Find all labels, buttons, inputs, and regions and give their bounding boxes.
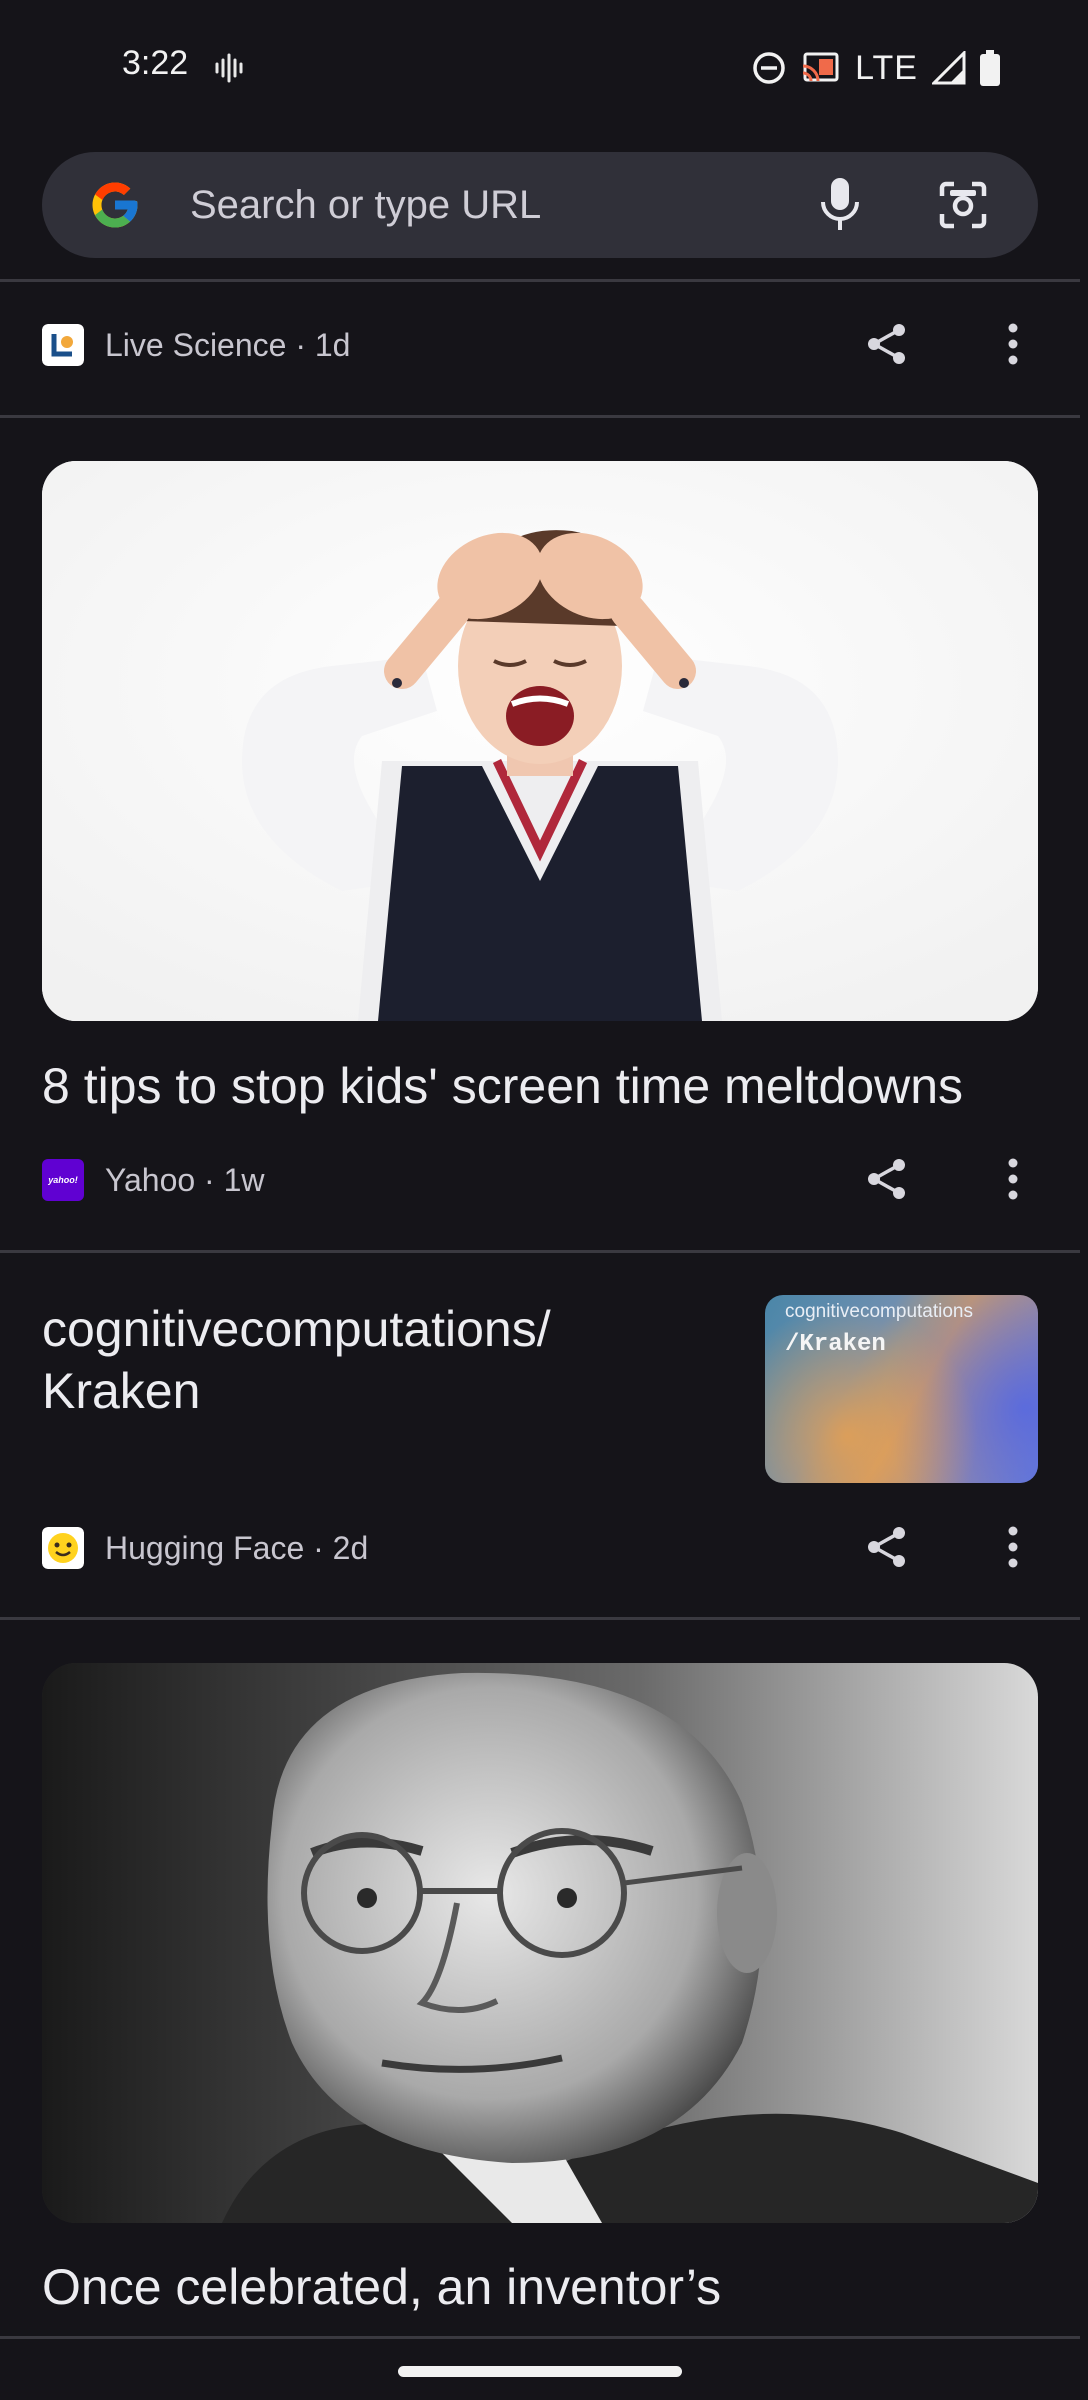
google-lens-icon[interactable] — [936, 178, 990, 232]
live-science-favicon — [42, 324, 84, 366]
more-options-icon[interactable] — [1006, 322, 1020, 366]
thumbnail-title: /Kraken — [785, 1331, 886, 1358]
source-label: Live Science · 1d — [105, 327, 351, 363]
article-headline[interactable]: cognitivecomputations/ Kraken — [42, 1298, 662, 1422]
cast-icon — [802, 52, 839, 82]
thumbnail-caption: cognitivecomputations — [785, 1301, 973, 1322]
share-icon[interactable] — [864, 321, 910, 367]
yahoo-favicon: yahoo! — [42, 1159, 84, 1201]
more-options-icon[interactable] — [1006, 1525, 1020, 1569]
divider — [0, 2336, 1080, 2339]
battery-icon — [980, 50, 1000, 86]
screaming-kid-illustration — [42, 461, 1038, 1021]
article-thumbnail-kraken[interactable]: cognitivecomputations /Kraken — [765, 1295, 1038, 1483]
article-headline[interactable]: 8 tips to stop kids' screen time meltdow… — [42, 1055, 1042, 1117]
divider — [0, 415, 1080, 418]
divider — [0, 1617, 1080, 1620]
article-headline[interactable]: Once celebrated, an inventor’s — [42, 2256, 1042, 2330]
search-input[interactable]: Search or type URL — [190, 182, 541, 228]
home-gesture-bar[interactable] — [398, 2366, 682, 2377]
divider — [0, 279, 1080, 282]
article-image-screaming-kid[interactable] — [42, 461, 1038, 1021]
thumbnail-gradient — [765, 1295, 1038, 1483]
status-time: 3:22 — [122, 44, 189, 82]
divider — [0, 1250, 1080, 1253]
network-type: LTE — [855, 48, 918, 87]
more-options-icon[interactable] — [1006, 1157, 1020, 1201]
source-label: Hugging Face · 2d — [105, 1530, 369, 1566]
article-image-inventor-portrait[interactable] — [42, 1663, 1038, 2223]
microphone-icon[interactable] — [818, 176, 862, 232]
do-not-disturb-icon — [753, 52, 785, 84]
portrait-photo — [42, 1663, 1038, 2223]
google-logo-icon — [92, 182, 138, 228]
signal-icon — [932, 51, 966, 85]
hugging-face-favicon — [42, 1527, 84, 1569]
vibrate-icon — [215, 53, 243, 83]
share-icon[interactable] — [864, 1524, 910, 1570]
status-icons: LTE — [751, 48, 1000, 88]
share-icon[interactable] — [864, 1156, 910, 1202]
source-label: Yahoo · 1w — [105, 1162, 265, 1198]
